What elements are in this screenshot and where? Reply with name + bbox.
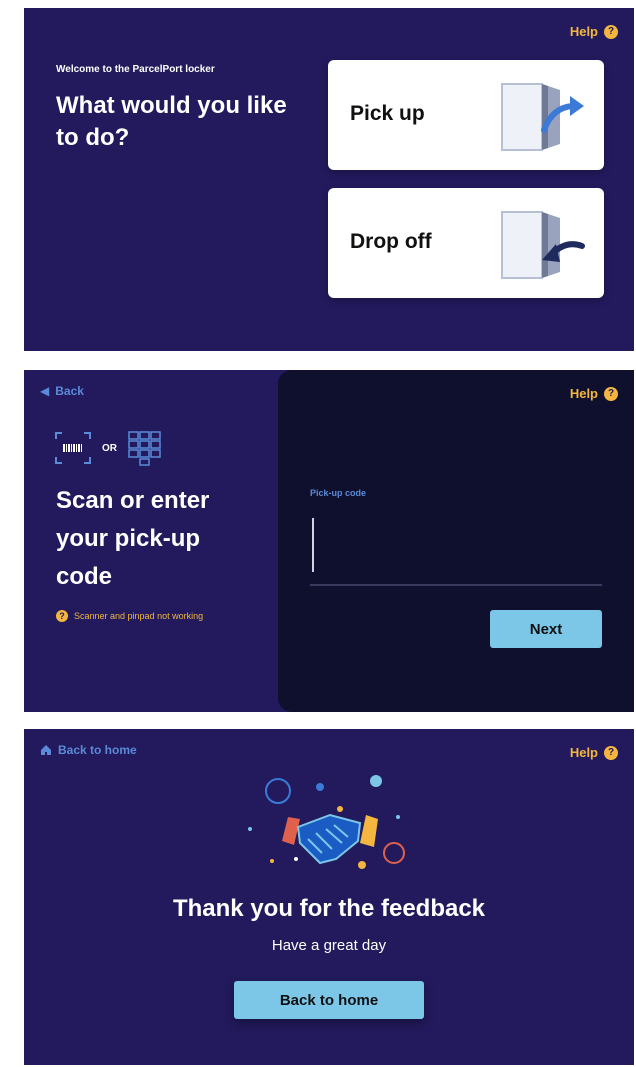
door-open-arrow-in-icon [501,211,585,279]
help-button[interactable]: Help ? [570,24,618,39]
back-to-home-link[interactable]: Back to home [40,743,137,757]
help-button[interactable]: Help ? [570,386,618,401]
pick-up-button[interactable]: Pick up [328,60,604,170]
or-text: OR [102,442,117,454]
pick-up-code-input[interactable] [310,512,602,586]
drop-off-button[interactable]: Drop off [328,188,604,298]
question-icon: ? [604,745,618,760]
next-button[interactable]: Next [490,610,602,648]
question-icon: ? [56,610,68,622]
drop-off-label: Drop off [350,230,432,253]
home-icon [41,745,51,755]
question-icon: ? [604,386,618,401]
pick-up-code-label: Pick-up code [310,488,367,498]
enter-code-screen: ◀ Back Help ? OR Scan or enter your pick… [24,370,634,712]
back-to-home-label: Back to home [58,743,137,757]
back-button[interactable]: ◀ Back [40,384,84,398]
question-icon: ? [604,24,618,39]
scanner-help-link[interactable]: ? Scanner and pinpad not working [56,610,203,622]
welcome-text: Welcome to the ParcelPort locker [56,64,215,75]
back-label: Back [55,384,84,398]
input-methods: OR [54,430,163,466]
back-to-home-button[interactable]: Back to home [234,981,424,1019]
pick-up-label: Pick up [350,102,425,125]
help-button[interactable]: Help ? [570,745,618,760]
barcode-scanner-icon [55,432,91,464]
subtitle: Have a great day [271,937,387,954]
keypad-icon [128,431,161,466]
page-title: Scan or enter your pick-up code [56,487,210,590]
help-label: Help [569,24,598,39]
scanner-help-text: Scanner and pinpad not working [74,611,204,621]
text-cursor [312,518,314,572]
back-arrow-icon: ◀ [40,384,50,398]
door-open-arrow-out-icon [501,83,584,151]
thank-you-screen: Back to home Help ? Thank you for the fe… [24,729,634,1065]
help-label: Help [569,745,598,760]
welcome-screen: Help ? Welcome to the ParcelPort locker … [24,8,634,351]
page-title: What would you like to do? [56,92,287,151]
help-label: Help [569,386,598,401]
page-title: Thank you for the feedback [172,895,486,922]
